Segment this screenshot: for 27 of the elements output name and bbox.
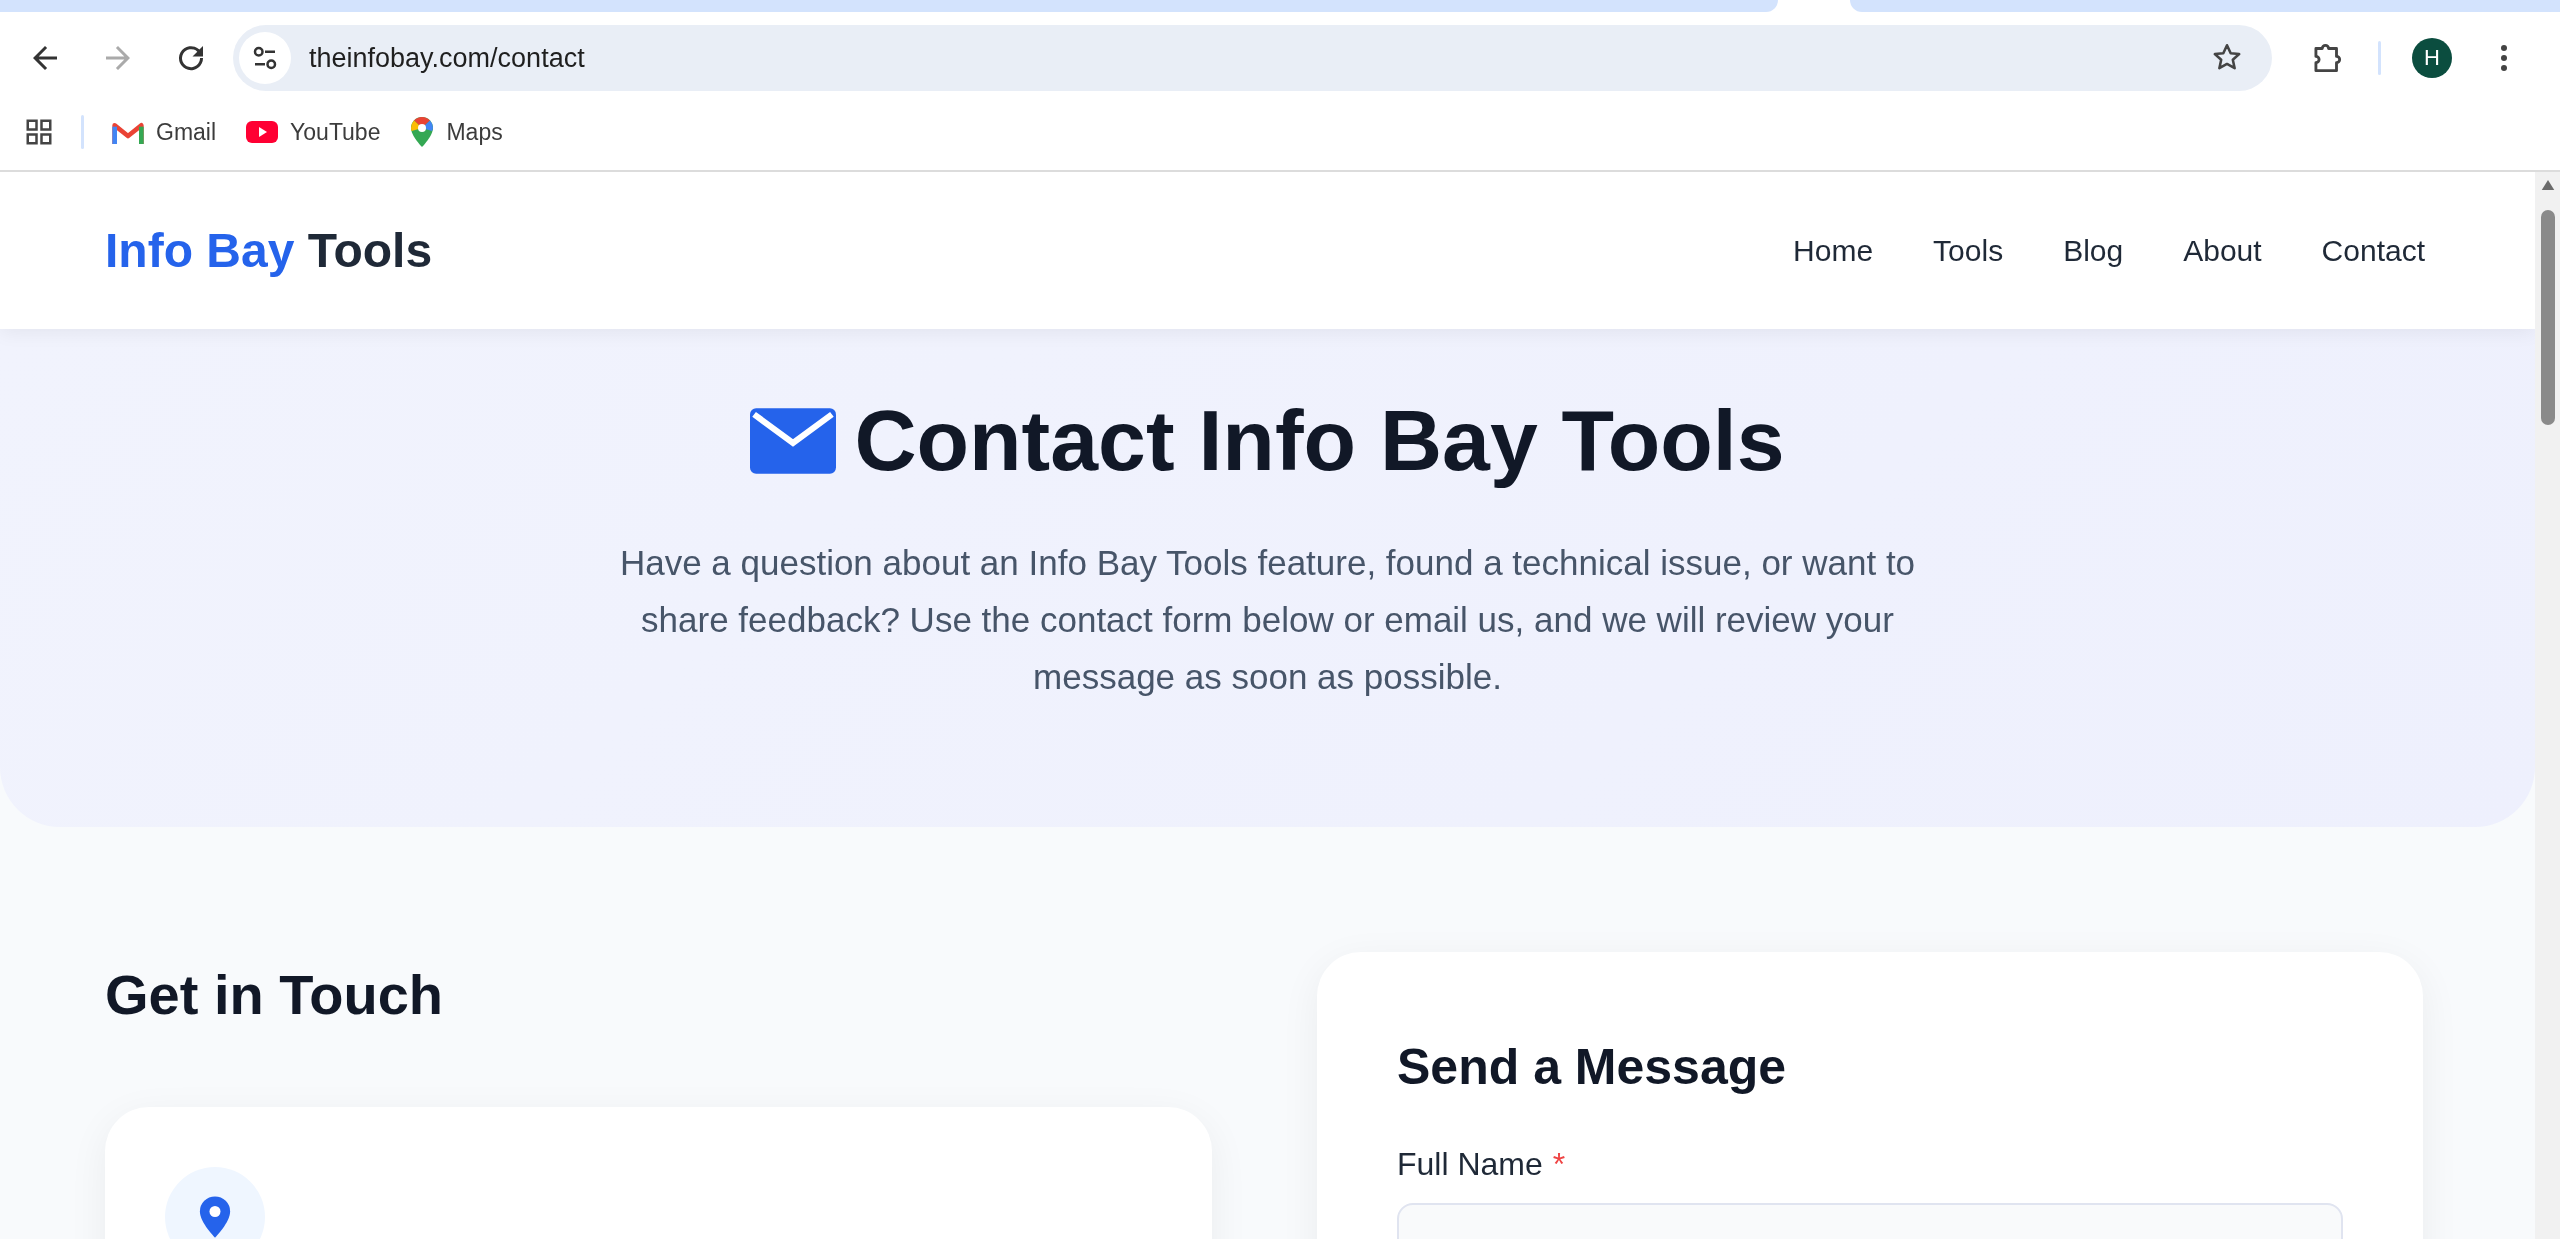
profile-avatar[interactable]: H: [2412, 38, 2452, 78]
url-text: theinfobay.com/contact: [309, 42, 586, 74]
nav-link[interactable]: Contact: [2321, 233, 2425, 268]
scrollbar-thumb[interactable]: [2540, 210, 2555, 425]
section-heading: Get in Touch: [105, 962, 445, 1027]
envelope-m-icon[interactable]: [112, 120, 144, 144]
address-bar[interactable]: theinfobay.com/contact: [233, 25, 2272, 91]
bookmark-link[interactable]: Gmail: [156, 118, 217, 146]
play-button-icon[interactable]: [246, 121, 279, 143]
site-logo[interactable]: Info Bay Tools: [105, 223, 433, 278]
nav-link[interactable]: Tools: [1933, 233, 2004, 268]
intro-text: Have a question about an Info Bay Tools feature, found a technical issue, or want to share feedback? Use the contact form below or email us, and we will review your message as soon as possible.: [618, 542, 1917, 698]
nav-link[interactable]: Home: [1793, 233, 1874, 268]
map-pin-icon[interactable]: [410, 116, 435, 148]
bookmark-link[interactable]: Maps: [446, 118, 503, 146]
field-label: Full Name *: [1397, 1146, 1567, 1183]
form-heading: Send a Message: [1397, 1038, 1788, 1096]
bookmark-link[interactable]: YouTube: [290, 118, 381, 146]
page-title: Contact Info Bay Tools: [854, 391, 1785, 490]
site-info-icon[interactable]: [239, 32, 291, 84]
envelope-icon: [750, 407, 837, 474]
apps-grid-icon[interactable]: [24, 117, 54, 147]
required-mark: *: [1552, 1146, 1566, 1182]
nav-link[interactable]: Blog: [2063, 233, 2124, 268]
nav-link[interactable]: About: [2183, 233, 2262, 268]
menu-icon[interactable]: [2499, 43, 2509, 73]
scroll-up-icon[interactable]: [2540, 180, 2555, 190]
